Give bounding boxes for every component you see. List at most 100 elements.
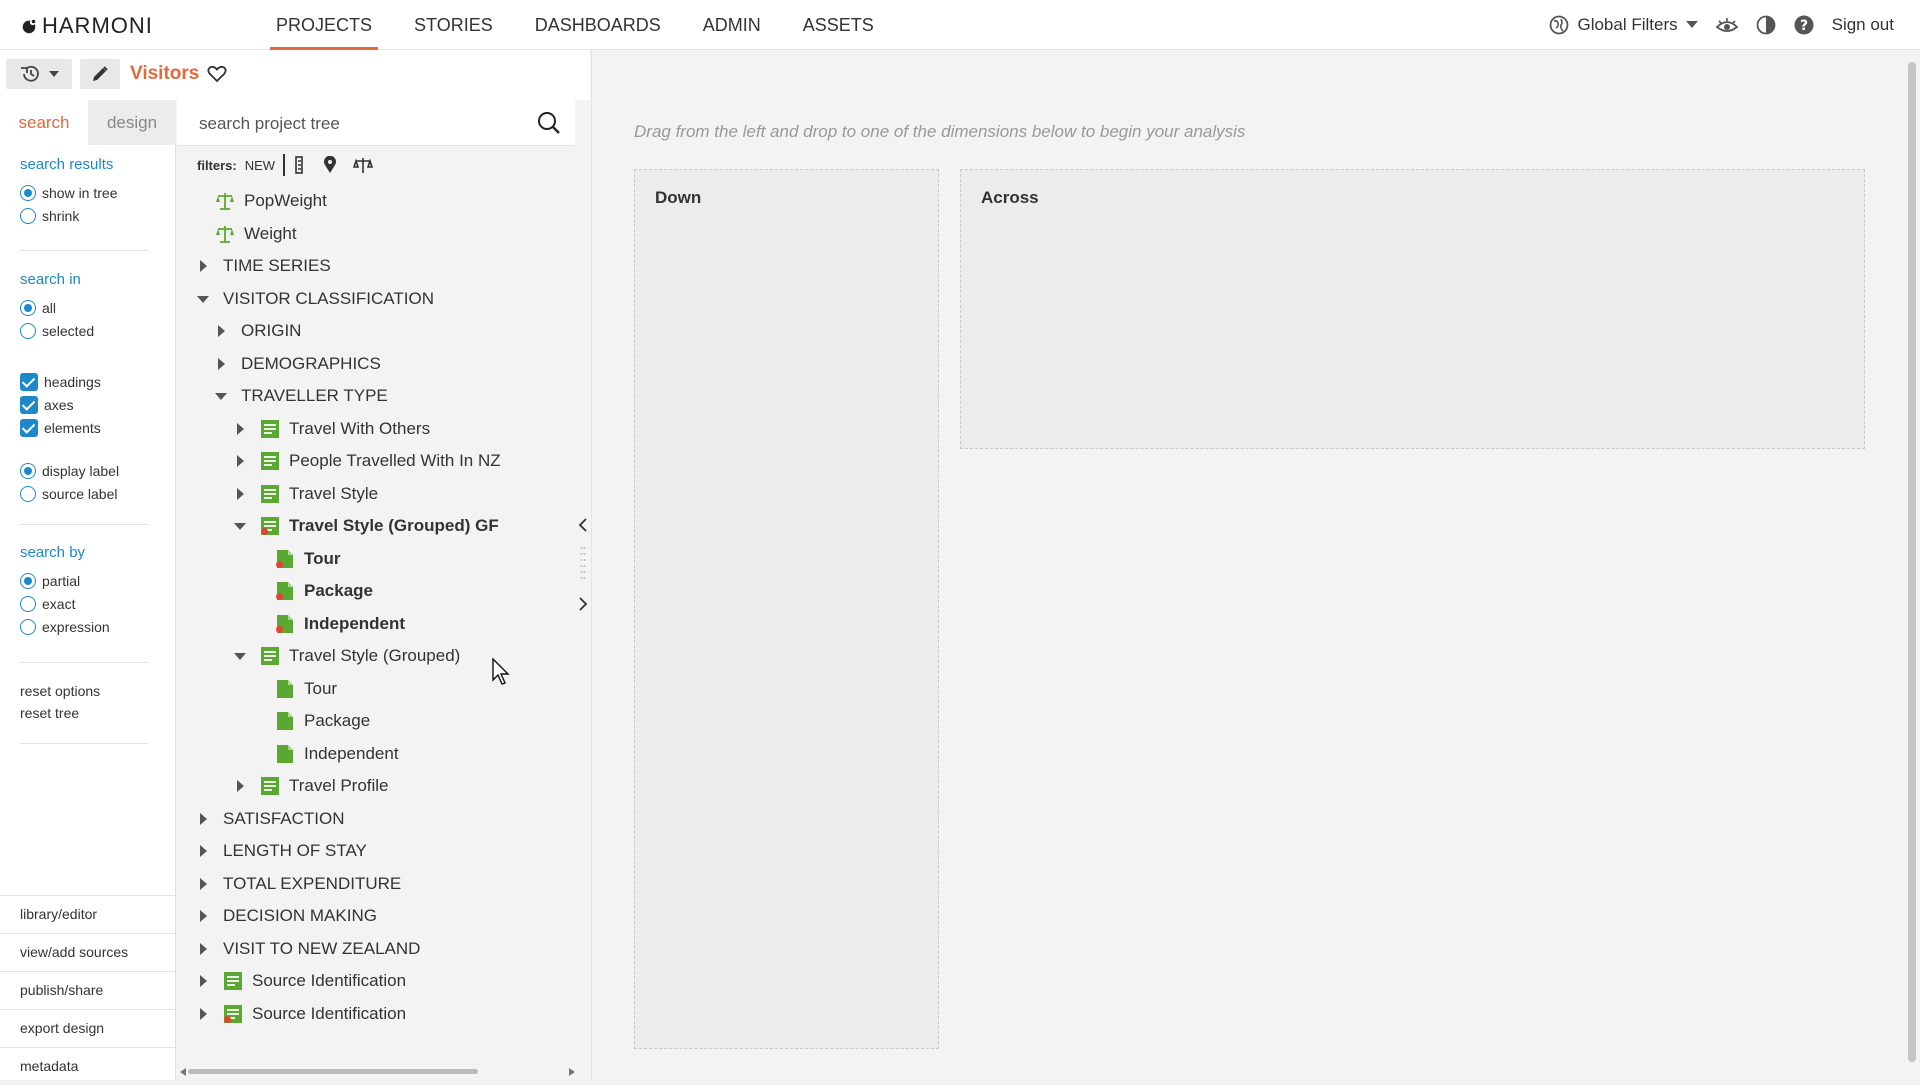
nav-projects[interactable]: PROJECTS: [270, 0, 379, 50]
tree-node[interactable]: Independent: [275, 611, 405, 637]
option-show-in-tree[interactable]: show in tree: [20, 181, 117, 204]
edit-button[interactable]: [80, 59, 120, 89]
tree-node[interactable]: Independent: [275, 741, 399, 767]
tree-node[interactable]: Tour: [275, 546, 341, 572]
tree-node[interactable]: Travel Style (Grouped): [234, 643, 460, 669]
eye-icon[interactable]: [1715, 16, 1738, 34]
tree-node[interactable]: VISITOR CLASSIFICATION: [197, 286, 434, 312]
nav-stories[interactable]: STORIES: [408, 0, 499, 50]
radio-checked[interactable]: [20, 299, 36, 316]
view-add-sources-link[interactable]: view/add sources: [0, 933, 176, 971]
caret-down-icon[interactable]: [234, 650, 246, 662]
caret-right-icon[interactable]: [234, 455, 246, 467]
tree-node[interactable]: LENGTH OF STAY: [197, 838, 367, 864]
down-dropzone[interactable]: Down: [634, 169, 939, 1049]
caret-down-icon[interactable]: [234, 520, 246, 532]
sign-out-link[interactable]: Sign out: [1832, 15, 1894, 35]
search-project-tree-input[interactable]: [197, 110, 531, 138]
tree-node[interactable]: Travel Style: [234, 481, 378, 507]
option-partial[interactable]: partial: [20, 569, 110, 592]
tree-node[interactable]: Travel Profile: [234, 773, 389, 799]
tree-node[interactable]: Package: [275, 578, 373, 604]
global-filters-button[interactable]: Global Filters: [1549, 15, 1698, 35]
tree-node[interactable]: VISIT TO NEW ZEALAND: [197, 936, 420, 962]
panel-splitter[interactable]: [575, 100, 591, 1080]
nav-assets[interactable]: ASSETS: [797, 0, 880, 50]
pin-filter-icon[interactable]: [321, 156, 339, 174]
caret-right-icon[interactable]: [197, 910, 209, 922]
export-design-link[interactable]: export design: [0, 1009, 176, 1047]
tree-node[interactable]: People Travelled With In NZ: [234, 448, 501, 474]
caret-right-icon[interactable]: [234, 422, 246, 435]
nav-dashboards[interactable]: DASHBOARDS: [529, 0, 667, 50]
tree-node[interactable]: Weight: [215, 221, 297, 247]
app-logo[interactable]: HARMONI: [20, 13, 153, 39]
caret-right-icon[interactable]: [197, 942, 209, 955]
radio-unchecked[interactable]: [20, 595, 36, 612]
search-icon[interactable]: [537, 111, 561, 135]
weight-filter-icon[interactable]: [353, 156, 374, 174]
option-shrink[interactable]: shrink: [20, 204, 117, 227]
caret-down-icon[interactable]: [197, 293, 209, 305]
caret-right-icon[interactable]: [197, 975, 209, 987]
radio-checked[interactable]: [20, 184, 36, 201]
tree-node[interactable]: Tour: [275, 676, 337, 702]
option-exact[interactable]: exact: [20, 592, 110, 615]
tree-node[interactable]: DECISION MAKING: [197, 903, 377, 929]
tree-node[interactable]: Travel With Others: [234, 416, 430, 442]
tree-node[interactable]: Source Identification: [197, 1001, 406, 1027]
tree-node[interactable]: Source Identification: [197, 968, 406, 994]
option-source-label[interactable]: source label: [20, 482, 119, 505]
metadata-link[interactable]: metadata: [0, 1047, 176, 1085]
checkbox-checked[interactable]: [20, 418, 38, 437]
chevron-left-icon[interactable]: [578, 518, 588, 532]
tree-node[interactable]: TOTAL EXPENDITURE: [197, 871, 401, 897]
caret-right-icon[interactable]: [197, 1007, 209, 1020]
reset-options-link[interactable]: reset options: [20, 683, 100, 705]
caret-right-icon[interactable]: [197, 877, 209, 890]
heart-icon[interactable]: [207, 65, 227, 83]
option-all[interactable]: all: [20, 296, 94, 319]
caret-right-icon[interactable]: [215, 357, 227, 370]
checkbox-checked[interactable]: [20, 372, 38, 391]
checkbox-checked[interactable]: [20, 395, 38, 414]
option-expression[interactable]: expression: [20, 615, 110, 638]
radio-unchecked[interactable]: [20, 485, 36, 502]
tree-node[interactable]: Package: [275, 708, 370, 734]
across-dropzone[interactable]: Across: [960, 169, 1865, 449]
caret-right-icon[interactable]: [197, 260, 209, 272]
tab-search[interactable]: search: [0, 100, 88, 145]
scroll-left-icon[interactable]: [180, 1068, 186, 1076]
check-elements[interactable]: elements: [20, 416, 101, 439]
caret-down-icon[interactable]: [215, 390, 227, 402]
tab-design[interactable]: design: [88, 100, 176, 145]
check-axes[interactable]: axes: [20, 393, 101, 416]
page-vertical-scrollbar[interactable]: [1904, 50, 1920, 1080]
radio-checked[interactable]: [20, 462, 36, 479]
tree-node[interactable]: Travel Style (Grouped) GF: [234, 513, 499, 539]
caret-right-icon[interactable]: [234, 780, 246, 792]
option-display-label[interactable]: display label: [20, 459, 119, 482]
radio-unchecked[interactable]: [20, 322, 36, 339]
option-selected[interactable]: selected: [20, 319, 94, 342]
tree-node[interactable]: ORIGIN: [215, 318, 301, 344]
tree-node[interactable]: TIME SERIES: [197, 253, 331, 279]
nav-admin[interactable]: ADMIN: [697, 0, 767, 50]
scrollbar-thumb[interactable]: [1908, 62, 1916, 1062]
scrollbar-thumb[interactable]: [188, 1069, 478, 1074]
caret-right-icon[interactable]: [215, 325, 227, 337]
caret-right-icon[interactable]: [197, 845, 209, 857]
filter-new-button[interactable]: NEW: [245, 158, 275, 173]
tree-node[interactable]: DEMOGRAPHICS: [215, 351, 381, 377]
variable-filter-icon[interactable]: [293, 156, 305, 174]
caret-right-icon[interactable]: [197, 812, 209, 825]
check-headings[interactable]: headings: [20, 370, 101, 393]
radio-checked[interactable]: [20, 572, 36, 589]
reset-tree-link[interactable]: reset tree: [20, 705, 100, 727]
caret-right-icon[interactable]: [234, 487, 246, 500]
tree-node[interactable]: TRAVELLER TYPE: [215, 383, 388, 409]
help-icon[interactable]: ?: [1794, 15, 1814, 35]
radio-unchecked[interactable]: [20, 207, 36, 224]
library-editor-link[interactable]: library/editor: [0, 895, 176, 933]
drag-handle-icon[interactable]: [580, 545, 586, 585]
